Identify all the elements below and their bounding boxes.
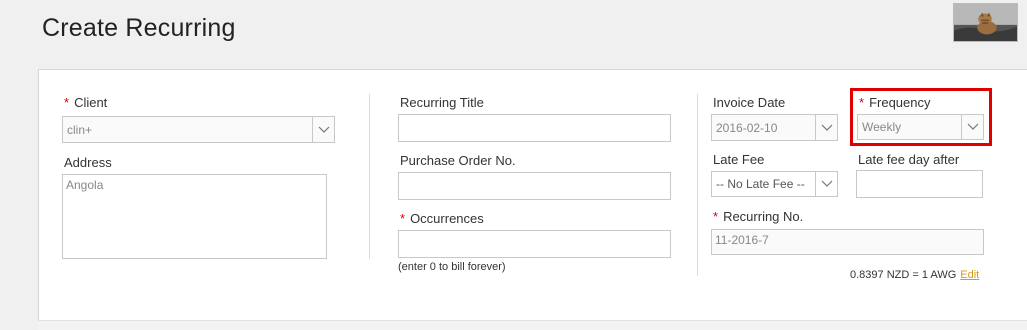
late-fee-label: Late Fee (713, 152, 765, 167)
occurrences-input[interactable] (398, 230, 671, 258)
address-label: Address (64, 155, 112, 170)
recurring-title-label: Recurring Title (400, 95, 484, 110)
chevron-down-icon[interactable] (815, 115, 837, 140)
invoice-date-value: 2016-02-10 (716, 120, 778, 135)
chevron-down-icon[interactable] (815, 172, 837, 196)
client-value: clin+ (67, 122, 93, 137)
purchase-order-input[interactable] (398, 172, 671, 200)
edit-exchange-rate-link[interactable]: Edit (960, 269, 979, 281)
exchange-rate-text: 0.8397 NZD = 1 AWG Edit (850, 269, 980, 281)
frequency-label: * Frequency (859, 95, 931, 110)
late-fee-select[interactable]: -- No Late Fee -- (711, 171, 838, 197)
chevron-down-icon[interactable] (961, 115, 983, 139)
required-marker: * (859, 95, 865, 110)
late-fee-value: -- No Late Fee -- (716, 177, 805, 191)
column-divider (369, 94, 370, 259)
late-fee-day-after-input[interactable] (856, 170, 983, 198)
recurring-no-label: * Recurring No. (713, 209, 804, 224)
late-fee-day-after-label: Late fee day after (858, 152, 960, 167)
required-marker: * (64, 95, 70, 110)
required-marker: * (400, 211, 406, 226)
purchase-order-label: Purchase Order No. (400, 153, 516, 168)
occurrences-hint: (enter 0 to bill forever) (398, 261, 506, 273)
column-divider (697, 94, 698, 276)
card-footer-strip (38, 320, 1027, 330)
client-label: * Client (64, 95, 108, 110)
page-title: Create Recurring (42, 14, 236, 42)
chevron-down-icon[interactable] (312, 117, 334, 142)
occurrences-label: * Occurrences (400, 211, 484, 226)
recurring-title-input[interactable] (398, 114, 671, 142)
invoice-date-label: Invoice Date (713, 95, 786, 110)
recurring-no-input[interactable]: 11-2016-7 (711, 229, 984, 255)
client-select[interactable]: clin+ (62, 116, 335, 143)
avatar-photo-icon (954, 4, 1017, 41)
frequency-select[interactable]: Weekly (857, 114, 984, 140)
invoice-date-picker[interactable]: 2016-02-10 (711, 114, 838, 141)
frequency-value: Weekly (862, 120, 902, 134)
required-marker: * (713, 209, 719, 224)
avatar[interactable] (953, 3, 1018, 42)
address-textarea[interactable]: Angola (62, 174, 327, 259)
